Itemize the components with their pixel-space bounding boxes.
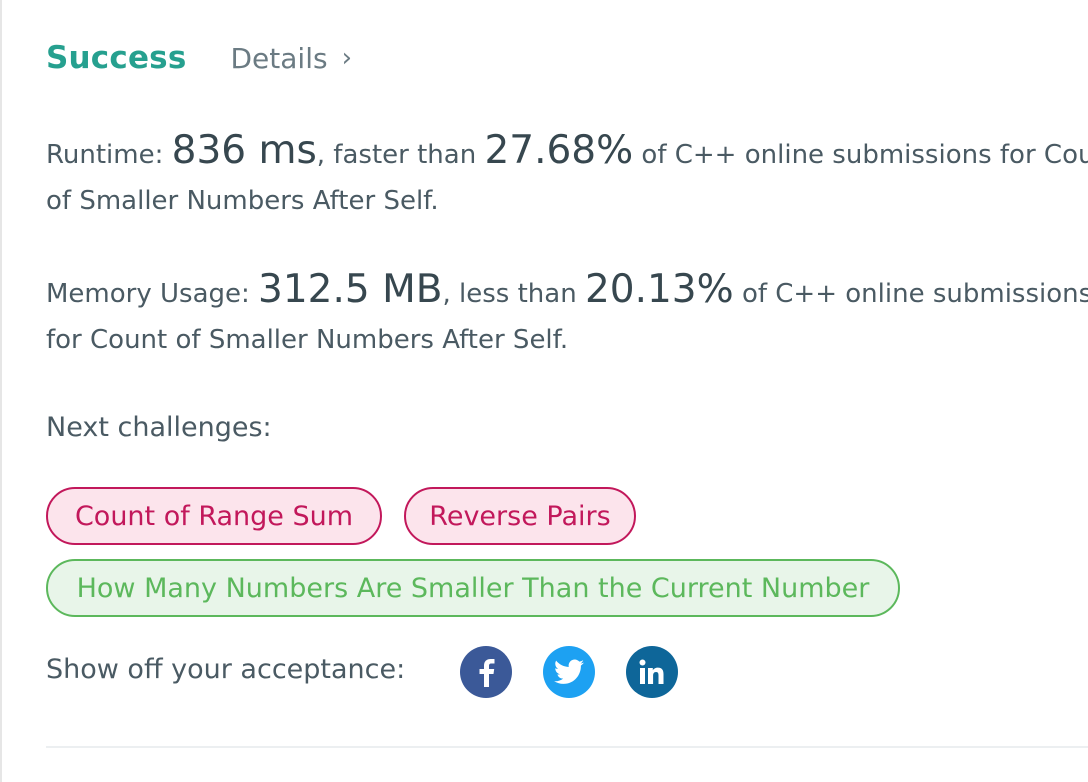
challenge-chip-reverse-pairs[interactable]: Reverse Pairs — [404, 487, 636, 545]
linkedin-icon — [639, 659, 664, 684]
result-header: Success Details › — [46, 40, 352, 76]
challenge-chip-count-of-range-sum[interactable]: Count of Range Sum — [46, 487, 382, 545]
linkedin-share-button[interactable] — [626, 646, 678, 698]
runtime-comparison: , faster than — [316, 140, 485, 170]
challenge-chip-how-many-numbers[interactable]: How Many Numbers Are Smaller Than the Cu… — [46, 559, 900, 617]
share-label: Show off your acceptance: — [46, 654, 406, 685]
details-link[interactable]: Details › — [230, 42, 351, 75]
memory-value: 312.5 MB — [258, 267, 443, 312]
memory-label: Memory Usage: — [46, 279, 259, 309]
facebook-icon — [479, 659, 495, 687]
result-status: Success — [46, 40, 187, 76]
runtime-label: Runtime: — [46, 140, 172, 170]
twitter-icon — [554, 659, 584, 684]
submission-result-panel: Success Details › Runtime: 836 ms, faste… — [0, 0, 1088, 782]
divider — [46, 746, 1088, 748]
runtime-percent: 27.68% — [484, 128, 634, 173]
memory-suffix: of C++ online submissions — [733, 279, 1088, 309]
memory-stat: Memory Usage: 312.5 MB, less than 20.13%… — [46, 267, 1088, 363]
challenge-title: Reverse Pairs — [429, 500, 611, 532]
challenge-title: How Many Numbers Are Smaller Than the Cu… — [76, 572, 870, 604]
chevron-right-icon: › — [341, 43, 352, 73]
twitter-share-button[interactable] — [543, 646, 595, 698]
runtime-suffix: of C++ online submissions for Count — [633, 140, 1088, 170]
runtime-stat: Runtime: 836 ms, faster than 27.68% of C… — [46, 128, 1088, 224]
runtime-suffix-line2: of Smaller Numbers After Self. — [46, 186, 439, 216]
memory-percent: 20.13% — [584, 267, 734, 312]
runtime-value: 836 ms — [171, 128, 317, 173]
facebook-share-button[interactable] — [460, 646, 512, 698]
memory-comparison: , less than — [442, 279, 585, 309]
memory-suffix-line2: for Count of Smaller Numbers After Self. — [46, 325, 569, 355]
challenge-title: Count of Range Sum — [74, 500, 354, 532]
details-label: Details — [230, 41, 328, 75]
next-challenges-label: Next challenges: — [46, 412, 272, 443]
